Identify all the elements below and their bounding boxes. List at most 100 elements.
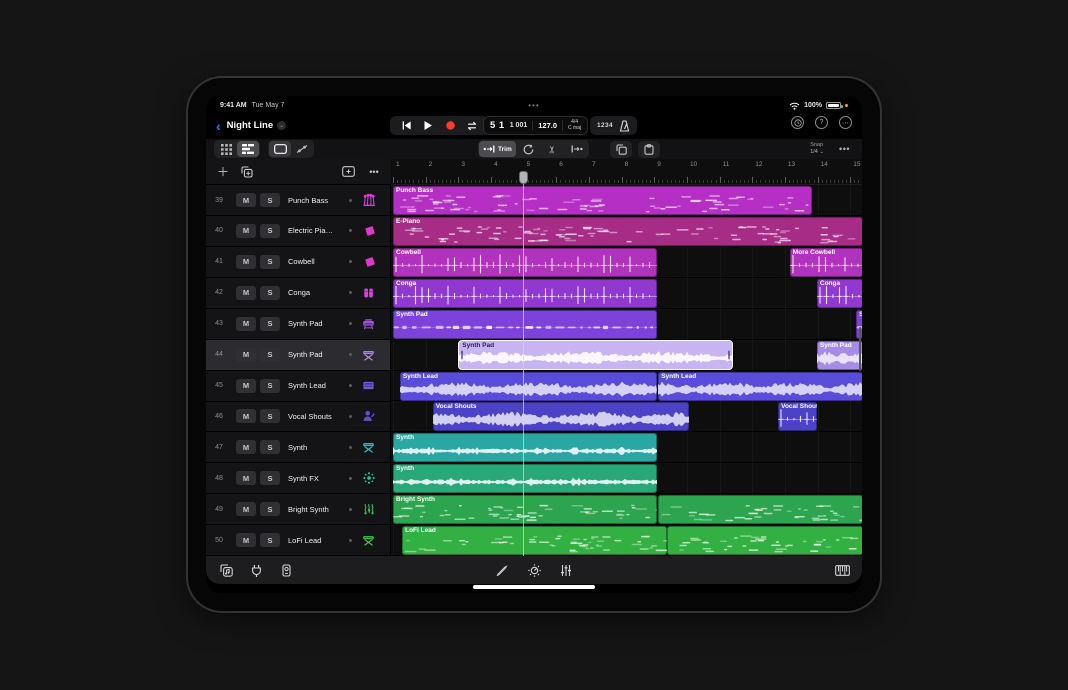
mute-button[interactable]: M [236, 533, 256, 547]
track-header-synth-fx[interactable]: 48MSSynth FX [206, 463, 391, 494]
region-synth-pad[interactable]: Synth Pad [817, 341, 862, 370]
solo-button[interactable]: S [260, 286, 280, 300]
count-in-button[interactable]: 1234 [597, 122, 613, 129]
metronome-icon[interactable] [619, 120, 630, 132]
region-synth-pad[interactable]: Synth Pad [458, 340, 733, 370]
solo-button[interactable]: S [260, 193, 280, 207]
region-cowbell[interactable]: Cowbell [393, 248, 657, 277]
track-header-synth-pad[interactable]: 43MSSynth Pad [206, 309, 391, 340]
trim-right-tool-icon[interactable] [566, 141, 588, 157]
track-header-bright-synth[interactable]: 49MSBright Synth [206, 494, 391, 525]
region-punch-bass[interactable]: Punch Bass [393, 186, 812, 215]
multitask-dots-icon[interactable]: ••• [528, 101, 539, 110]
duplicate-track-icon[interactable] [238, 163, 256, 181]
solo-button[interactable]: S [260, 224, 280, 238]
tracks-view-icon[interactable] [237, 141, 259, 157]
solo-button[interactable]: S [260, 255, 280, 269]
region-lofi-lead[interactable]: LoFi Lead [402, 526, 667, 555]
recorder-device-icon[interactable] [278, 562, 294, 578]
mute-button[interactable]: M [236, 348, 256, 362]
snap-control[interactable]: Snap 1/4 ⌄ [810, 142, 824, 155]
region-synth-lead[interactable]: Synth Lead [658, 372, 862, 401]
region-trim-handle-right[interactable] [728, 350, 730, 359]
play-button[interactable] [418, 117, 438, 134]
solo-button[interactable]: S [260, 348, 280, 362]
ruler-tick [487, 180, 488, 183]
region-more-cowbell[interactable]: More Cowbell [790, 248, 862, 277]
plugins-icon[interactable] [248, 562, 264, 578]
copy-icon[interactable] [610, 141, 632, 158]
track-number: 47 [206, 444, 232, 451]
region-conga[interactable]: Conga [817, 279, 862, 308]
region-synth[interactable]: Synth [393, 433, 657, 462]
go-to-beginning-button[interactable] [396, 117, 416, 134]
solo-button[interactable]: S [260, 471, 280, 485]
solo-button[interactable]: S [260, 379, 280, 393]
add-region-icon[interactable] [339, 163, 357, 181]
split-scissors-icon[interactable]: ✂ [542, 141, 564, 157]
track-header-conga[interactable]: 42MSConga [206, 278, 391, 309]
region-synth-pad[interactable]: Synth Pad [393, 310, 657, 339]
solo-button[interactable]: S [260, 502, 280, 516]
region-untitled[interactable] [667, 526, 862, 555]
mute-button[interactable]: M [236, 286, 256, 300]
trim-tool-button[interactable]: Trim [479, 141, 516, 157]
help-icon[interactable]: ? [815, 116, 828, 129]
piano-keyboard-icon[interactable] [834, 562, 850, 578]
region-conga[interactable]: Conga [393, 279, 657, 308]
mute-button[interactable]: M [236, 193, 256, 207]
mute-button[interactable]: M [236, 409, 256, 423]
solo-button[interactable]: S [260, 409, 280, 423]
paste-icon[interactable] [638, 141, 660, 158]
vertical-scrollbar[interactable] [859, 327, 861, 371]
track-header-vocal-shouts[interactable]: 46MSVocal Shouts [206, 401, 391, 432]
loop-browser-icon[interactable] [218, 562, 234, 578]
track-header-cowbell[interactable]: 41MSCowbell [206, 247, 391, 278]
editors-pencil-icon[interactable] [494, 562, 510, 578]
region-synth-lead[interactable]: Synth Lead [400, 372, 657, 401]
home-indicator[interactable] [473, 585, 595, 589]
track-header-punch-bass[interactable]: 39MSPunch Bass [206, 185, 391, 216]
loop-tool-icon[interactable] [518, 141, 540, 157]
mute-button[interactable]: M [236, 502, 256, 516]
mute-button[interactable]: M [236, 255, 256, 269]
track-header-electric-pia-[interactable]: 40MSElectric Pia… [206, 216, 391, 247]
track-header-synth[interactable]: 47MSSynth [206, 432, 391, 463]
solo-button[interactable]: S [260, 317, 280, 331]
more-options-icon[interactable]: ⋯ [839, 116, 852, 129]
timeline-ruler[interactable]: 123456789101112131415 [391, 159, 862, 185]
browser-grid-icon[interactable] [215, 141, 237, 157]
controls-knob-icon[interactable] [526, 562, 542, 578]
track-header-synth-pad[interactable]: 44MSSynth Pad [206, 340, 391, 371]
automation-icon[interactable] [291, 141, 313, 157]
region-bright-synth[interactable]: Bright Synth [393, 495, 657, 524]
add-track-button[interactable]: ＋ [214, 163, 232, 181]
project-title[interactable]: Night Line [227, 120, 273, 131]
region-vocal-shouts[interactable]: Vocal Shouts [433, 402, 690, 431]
region-e-piano[interactable]: E-Piano [393, 217, 862, 246]
back-button[interactable]: ‹ [216, 119, 221, 133]
track-header-synth-lead[interactable]: 45MSSynth Lead [206, 371, 391, 402]
region-synth[interactable]: Synth [393, 464, 657, 493]
chevron-down-icon[interactable]: ⌄ [277, 121, 286, 130]
track-header-more-icon[interactable]: ••• [365, 163, 383, 181]
solo-button[interactable]: S [260, 440, 280, 454]
cycle-button[interactable] [462, 117, 482, 134]
mute-button[interactable]: M [236, 379, 256, 393]
mixer-faders-icon[interactable] [558, 562, 574, 578]
region-untitled[interactable] [658, 495, 862, 524]
mute-button[interactable]: M [236, 471, 256, 485]
mute-button[interactable]: M [236, 224, 256, 238]
mute-button[interactable]: M [236, 440, 256, 454]
record-button[interactable] [440, 117, 460, 134]
region-vocal-shouts[interactable]: Vocal Shouts [778, 402, 817, 431]
playhead-handle[interactable] [519, 171, 528, 184]
track-header-lofi-lead[interactable]: 50MSLoFi Lead [206, 525, 391, 556]
region-trim-handle-left[interactable] [461, 350, 463, 359]
undo-history-icon[interactable] [791, 116, 804, 129]
mute-button[interactable]: M [236, 317, 256, 331]
regions-view-icon[interactable] [269, 141, 291, 157]
toolbar-more-icon[interactable]: ••• [839, 144, 850, 154]
lcd-display[interactable]: 5 1 1 001 127.0 4/4 C maj [483, 116, 588, 135]
solo-button[interactable]: S [260, 533, 280, 547]
